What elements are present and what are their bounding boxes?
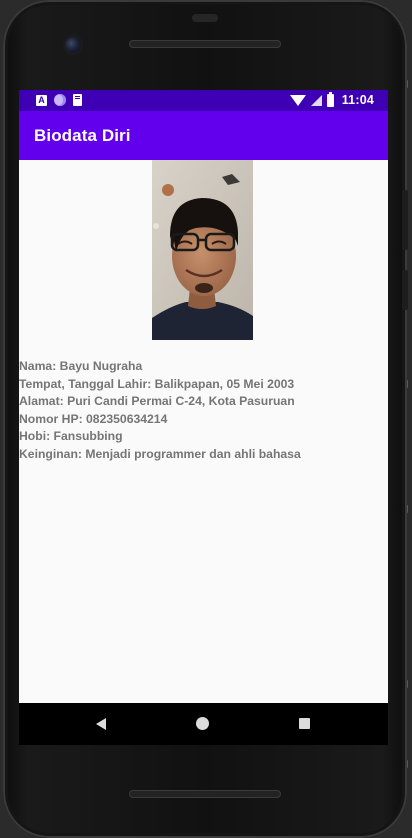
name-text: Nama: Bayu Nugraha: [19, 359, 143, 373]
top-speaker: [129, 40, 281, 48]
recents-icon[interactable]: [299, 718, 310, 729]
address-text: Alamat: Puri Candi Permai C-24, Kota Pas…: [19, 394, 295, 409]
earpiece: [192, 14, 218, 22]
birth-text: Tempat, Tanggal Lahir: Balikpapan, 05 Me…: [19, 376, 295, 391]
app-title: Biodata Diri: [34, 126, 131, 145]
home-icon[interactable]: [196, 717, 209, 730]
battery-icon: [326, 91, 334, 107]
device-screen: A 11:04 Biodata Diri Nama: Bayu Nugraha …: [19, 90, 388, 703]
power-button[interactable]: [402, 270, 408, 310]
navigation-bar: [19, 703, 388, 745]
wifi-icon: [289, 94, 306, 106]
status-bar: A 11:04: [19, 90, 388, 111]
app-bar: Biodata Diri: [19, 111, 388, 160]
biodata-section: Nama: Bayu Nugraha Tempat, Tanggal Lahir…: [19, 358, 388, 464]
system-icons: 11:04: [289, 91, 374, 107]
aspiration-text: Keinginan: Menjadi programmer dan ahli b…: [19, 446, 301, 461]
hobby-text: Hobi: Fansubbing: [19, 429, 123, 444]
phone-number-text: Nomor HP: 082350634214: [19, 411, 168, 426]
profile-photo: [152, 160, 253, 340]
circle-app-icon: [54, 94, 66, 106]
status-clock: 11:04: [341, 93, 374, 107]
bottom-speaker: [129, 790, 281, 798]
volume-button[interactable]: [402, 190, 408, 250]
sd-card-icon: [73, 94, 82, 106]
back-icon[interactable]: [96, 718, 106, 730]
cell-signal-icon: [310, 94, 322, 106]
notification-icons: A: [36, 94, 82, 106]
android-a-icon: A: [36, 94, 47, 106]
front-camera: [65, 37, 81, 53]
